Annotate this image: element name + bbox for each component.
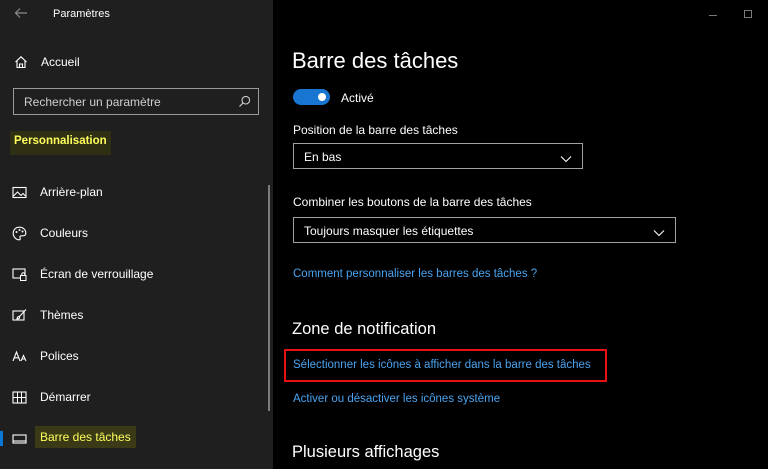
minimize-button[interactable] — [709, 15, 717, 16]
section-label-personalization: Personnalisation — [10, 131, 111, 155]
sidebar-item-background[interactable]: Arrière-plan — [0, 172, 270, 213]
nav-list: Arrière-plan Couleurs Écran de verrouill… — [0, 172, 270, 459]
palette-icon — [12, 226, 27, 241]
search-box[interactable] — [13, 88, 259, 115]
lock-screen-icon — [12, 267, 27, 282]
sidebar-item-label: Arrière-plan — [40, 185, 103, 199]
page-title: Barre des tâches — [292, 48, 459, 73]
search-input[interactable] — [24, 93, 224, 110]
multi-display-section-title: Plusieurs affichages — [292, 443, 440, 461]
main-content: Barre des tâches Activé Position de la b… — [273, 0, 768, 469]
sidebar-item-label: Écran de verrouillage — [40, 267, 154, 281]
combine-dropdown[interactable]: Toujours masquer les étiquettes — [293, 217, 676, 243]
back-arrow-icon[interactable] — [14, 6, 28, 22]
sidebar-item-home[interactable]: Accueil — [0, 50, 273, 76]
home-icon — [14, 55, 28, 69]
combine-label: Combiner les boutons de la barre des tâc… — [293, 195, 532, 209]
chevron-down-icon — [653, 225, 665, 237]
sidebar: Paramètres Accueil Personnalisation Arri… — [0, 0, 273, 469]
sidebar-item-label: Thèmes — [40, 308, 84, 322]
sidebar-item-colors[interactable]: Couleurs — [0, 213, 270, 254]
app-title: Paramètres — [53, 8, 110, 20]
select-icons-link[interactable]: Sélectionner les icônes à afficher dans … — [293, 359, 591, 371]
position-dropdown-value: En bas — [304, 150, 342, 164]
notification-section-title: Zone de notification — [292, 320, 437, 338]
maximize-button[interactable] — [744, 10, 752, 18]
taskbar-icon — [12, 431, 27, 446]
toggle-label: Activé — [341, 91, 374, 105]
sidebar-item-taskbar[interactable]: Barre des tâches — [0, 418, 270, 459]
position-label: Position de la barre des tâches — [293, 123, 458, 137]
position-dropdown[interactable]: En bas — [293, 143, 583, 169]
sidebar-item-home-label: Accueil — [41, 55, 80, 69]
picture-icon — [12, 185, 27, 200]
sidebar-item-label: Couleurs — [40, 226, 89, 240]
sidebar-item-label: Démarrer — [40, 390, 91, 404]
sidebar-item-start[interactable]: Démarrer — [0, 377, 270, 418]
sidebar-item-lock-screen[interactable]: Écran de verrouillage — [0, 254, 270, 295]
start-icon — [12, 390, 27, 405]
sidebar-scrollbar[interactable] — [268, 185, 270, 411]
sidebar-item-themes[interactable]: Thèmes — [0, 295, 270, 336]
brush-icon — [12, 308, 27, 323]
sidebar-item-label: Polices — [40, 349, 79, 363]
taskbar-lock-toggle[interactable] — [293, 89, 330, 105]
active-indicator — [0, 431, 3, 446]
help-link[interactable]: Comment personnaliser les barres des tâc… — [293, 268, 537, 280]
system-icons-link[interactable]: Activer ou désactiver les icônes système — [293, 393, 500, 405]
sidebar-item-label: Barre des tâches — [35, 426, 136, 448]
combine-dropdown-value: Toujours masquer les étiquettes — [304, 224, 474, 238]
title-bar: Paramètres — [0, 0, 273, 30]
font-icon — [12, 349, 27, 364]
sidebar-item-fonts[interactable]: Polices — [0, 336, 270, 377]
chevron-down-icon — [560, 151, 572, 163]
search-icon[interactable] — [238, 95, 251, 108]
toggle-knob — [318, 93, 326, 101]
